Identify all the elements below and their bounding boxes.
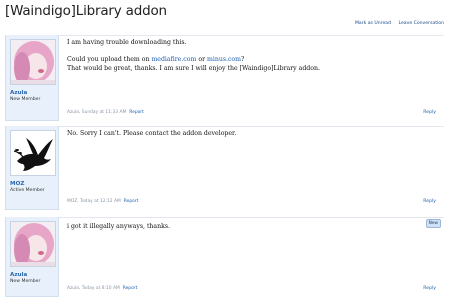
thread-actions: Mark as Unread Leave Conversation bbox=[349, 21, 444, 26]
report-link[interactable]: Report bbox=[124, 199, 139, 204]
thread-title: [Waindigo]Library addon bbox=[5, 3, 167, 19]
avatar-image bbox=[11, 40, 55, 84]
message-user-info: Azula New Member bbox=[5, 217, 59, 297]
message-user-info: Azula New Member bbox=[5, 35, 59, 121]
username[interactable]: MOZ bbox=[10, 181, 24, 187]
report-link[interactable]: Report bbox=[129, 110, 144, 115]
reply-link[interactable]: Reply bbox=[423, 110, 436, 115]
avatar-image bbox=[11, 222, 55, 266]
message-content: I am having trouble downloading this. Co… bbox=[67, 35, 442, 121]
message-content: i got it illegally anyways, thanks. New … bbox=[67, 217, 442, 297]
message-line: i got it illegally anyways, thanks. bbox=[67, 223, 170, 230]
message-post: MOZ Active Member No. Sorry I can't. Ple… bbox=[5, 126, 444, 210]
mark-unread-link[interactable]: Mark as Unread bbox=[355, 21, 391, 26]
message-content: No. Sorry I can't. Please contact the ad… bbox=[67, 126, 442, 210]
avatar[interactable] bbox=[10, 130, 56, 176]
message-text: No. Sorry I can't. Please contact the ad… bbox=[67, 130, 236, 139]
message-meta: Azula, Sunday at 11:33 AM Report bbox=[67, 110, 144, 115]
author-date[interactable]: Azula, Sunday at 11:33 AM bbox=[67, 110, 126, 115]
dove-icon bbox=[11, 131, 55, 175]
message-meta: Azula, Today at 8:10 AM Report bbox=[67, 286, 137, 291]
message-text: i got it illegally anyways, thanks. bbox=[67, 223, 170, 232]
message-post: Azula New Member i got it illegally anyw… bbox=[5, 217, 444, 297]
message-line: No. Sorry I can't. Please contact the ad… bbox=[67, 130, 237, 137]
username[interactable]: Azula bbox=[10, 272, 27, 278]
user-title: Active Member bbox=[10, 188, 45, 193]
minus-link[interactable]: minus.com bbox=[207, 56, 241, 63]
message-line: That would be great, thanks. I am sure I… bbox=[67, 64, 320, 72]
message-meta: MOZ, Today at 12:12 AM Report bbox=[67, 199, 138, 204]
mediafire-link[interactable]: mediafire.com bbox=[151, 56, 196, 63]
reply-link[interactable]: Reply bbox=[423, 286, 436, 291]
leave-conversation-link[interactable]: Leave Conversation bbox=[399, 21, 445, 26]
report-link[interactable]: Report bbox=[123, 286, 138, 291]
author-date[interactable]: MOZ, Today at 12:12 AM bbox=[67, 199, 121, 204]
message-user-info: MOZ Active Member bbox=[5, 126, 59, 210]
username[interactable]: Azula bbox=[10, 90, 27, 96]
message-post: Azula New Member I am having trouble dow… bbox=[5, 35, 444, 121]
author-date[interactable]: Azula, Today at 8:10 AM bbox=[67, 286, 120, 291]
avatar[interactable] bbox=[10, 39, 56, 85]
message-text: I am having trouble downloading this. Co… bbox=[67, 39, 320, 73]
user-title: New Member bbox=[10, 97, 41, 102]
reply-link[interactable]: Reply bbox=[423, 199, 436, 204]
message-line: Could you upload them on mediafire.com o… bbox=[67, 55, 245, 63]
message-line: I am having trouble downloading this. bbox=[67, 39, 187, 46]
user-title: New Member bbox=[10, 279, 41, 284]
avatar[interactable] bbox=[10, 221, 56, 267]
new-badge: New bbox=[425, 219, 441, 228]
